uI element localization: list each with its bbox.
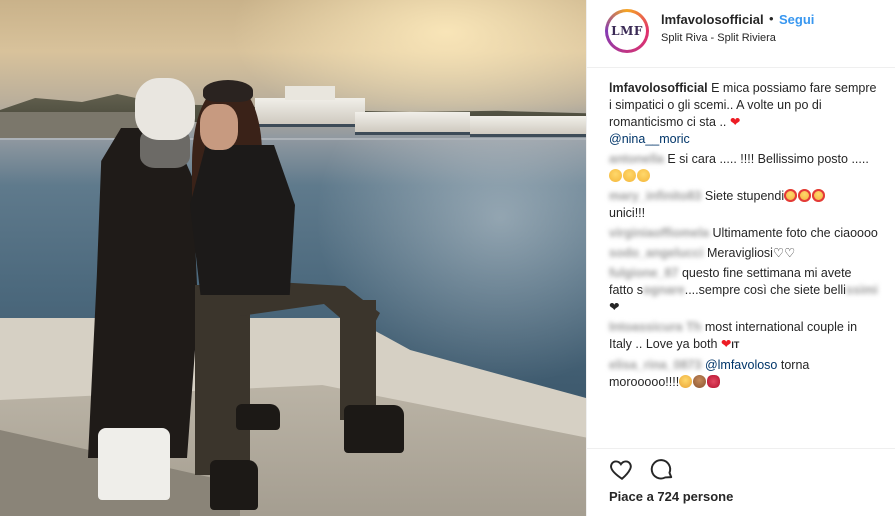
- avatar[interactable]: LMF: [605, 9, 649, 53]
- caption: lmfavolosofficial E mica possiamo fare s…: [609, 80, 879, 148]
- black-heart-icon: ❤: [609, 300, 620, 314]
- comments-list: lmfavolosofficial E mica possiamo fare s…: [609, 80, 879, 394]
- comment-username[interactable]: sodo_angelucci: [609, 245, 703, 262]
- caption-username[interactable]: lmfavolosofficial: [609, 81, 708, 95]
- comment: elisa_rina_0873 @lmfavoloso torna morooo…: [609, 357, 879, 391]
- follow-button[interactable]: Segui: [779, 12, 814, 27]
- separator-dot: •: [769, 11, 774, 26]
- likes-count[interactable]: Piace a 724 persone: [609, 489, 733, 504]
- comment-username[interactable]: Intoassicura Th: [609, 319, 701, 336]
- smile-icon: [623, 169, 636, 182]
- comment: Intoassicura Th most international coupl…: [609, 319, 879, 354]
- ferry-ship: [470, 116, 586, 137]
- comment-text-continued: ....sempre così che siete belli: [684, 283, 846, 297]
- comment-username[interactable]: virginiaoffiomela: [609, 225, 709, 242]
- mention-link[interactable]: @nina__moric: [609, 132, 690, 146]
- woman-hat: [203, 80, 253, 102]
- man-coat: [88, 128, 198, 458]
- comment: antonella E si cara ..... !!!! Bellissim…: [609, 151, 879, 185]
- comment: sodo_angelucci Meravigliosi♡♡: [609, 245, 879, 262]
- location-link[interactable]: Split Riva - Split Riviera: [661, 32, 776, 44]
- crying-face-icon: [679, 375, 693, 388]
- blurred-text: ognare: [643, 283, 685, 297]
- instagram-post: LMF lmfavolosofficial • Segui Split Riva…: [0, 0, 895, 516]
- woman-face: [200, 104, 238, 150]
- comment-username[interactable]: antonella: [609, 151, 664, 168]
- username-link[interactable]: lmfavolosofficial: [661, 12, 764, 27]
- heart-eyes-icon: [784, 189, 798, 202]
- mention-link[interactable]: @lmfavoloso: [705, 358, 777, 372]
- post-photo[interactable]: [0, 0, 586, 516]
- heart-eyes-icon: [812, 189, 826, 202]
- heart-emoji-icon: ❤: [729, 115, 741, 129]
- man-hair: [135, 78, 195, 140]
- comment: fulgione_87 questo fine settimana mi ave…: [609, 265, 879, 316]
- boot: [210, 460, 258, 510]
- flag-it-label: IT: [731, 340, 740, 350]
- heart-emoji-icon: ❤: [720, 337, 732, 351]
- comment-username[interactable]: fulgione_87: [609, 265, 678, 282]
- comment: mary_infinito83 Siete stupendi unici!!!: [609, 188, 879, 222]
- comment-text: E si cara ..... !!!! Bellissimo posto ..…: [667, 152, 869, 166]
- kiss-lips-icon: [707, 375, 721, 388]
- comment-username[interactable]: elisa_rina_0873: [609, 357, 701, 374]
- avatar-logo-text: LMF: [611, 24, 643, 38]
- woman-leg: [340, 300, 376, 420]
- comment-username[interactable]: mary_infinito83: [609, 188, 701, 205]
- ferry-ship: [255, 86, 365, 127]
- comment-text-continued: unici!!!: [609, 206, 646, 220]
- see-no-evil-monkey-icon: [693, 375, 707, 388]
- shopping-bag: [98, 428, 170, 500]
- woman-jacket: [190, 145, 295, 295]
- blurred-text: ssimi: [845, 283, 878, 297]
- like-heart-icon[interactable]: [609, 456, 635, 482]
- smile-icon: [609, 169, 622, 182]
- comment-text: Siete stupendi: [704, 189, 785, 203]
- shoe: [236, 404, 280, 430]
- boot: [344, 405, 404, 453]
- comment-text: Meravigliosi♡♡: [706, 246, 796, 260]
- post-side-panel: LMF lmfavolosofficial • Segui Split Riva…: [586, 0, 895, 516]
- comment-bubble-icon[interactable]: [649, 456, 675, 482]
- comment: virginiaoffiomela Ultimamente foto che c…: [609, 225, 879, 242]
- comment-text: Ultimamente foto che ciaoooo: [712, 226, 878, 240]
- smile-icon: [637, 169, 650, 182]
- post-header: LMF lmfavolosofficial • Segui Split Riva…: [587, 0, 895, 68]
- heart-eyes-icon: [798, 189, 812, 202]
- divider: [587, 448, 895, 449]
- ferry-ship: [355, 112, 470, 135]
